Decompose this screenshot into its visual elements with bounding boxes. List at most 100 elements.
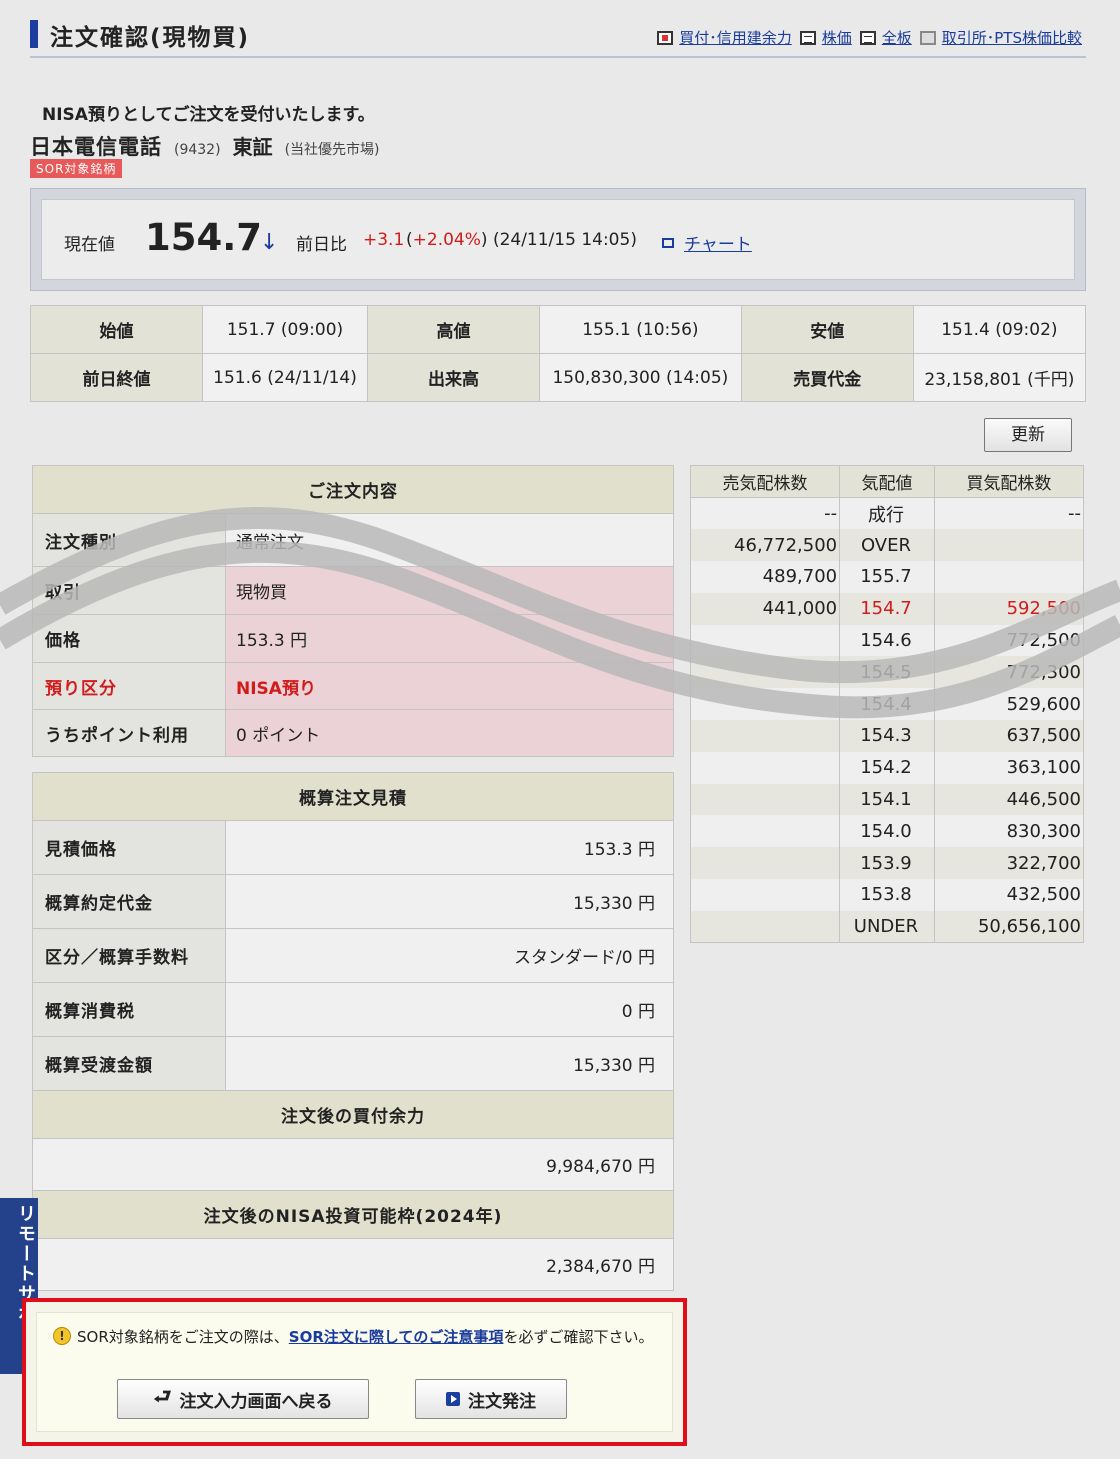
high-label: 高値 <box>367 305 541 354</box>
header-links: 買付･信用建余力 株価 全板 取引所･PTS株価比較 <box>657 27 1082 48</box>
chart-link-label[interactable]: チャート <box>684 230 752 255</box>
high-value: 155.1 (10:56) <box>539 305 742 354</box>
current-price-label: 現在値 <box>64 235 115 255</box>
points-label: うちポイント利用 <box>32 709 226 757</box>
back-to-input-button[interactable]: ⮐ 注文入力画面へ戻る <box>117 1379 369 1419</box>
book-row: 153.8 432,500 <box>689 879 1085 911</box>
book-sell-qty: 441,000 <box>689 592 841 625</box>
book-row: 154.5 772,300 <box>689 656 1085 689</box>
stock-market: 東証 <box>232 135 273 159</box>
book-row: -- 成行 -- <box>689 497 1085 530</box>
book-row: 154.4 529,600 <box>689 688 1085 721</box>
price-box: 現在値 154.7 ↓ 前日比 +3.1 (+2.04%) (24/11/15 … <box>30 188 1086 291</box>
chart-window-icon <box>662 237 674 248</box>
book-header-sell: 売気配株数 <box>689 465 841 498</box>
book-quote-price: 154.4 <box>839 688 935 721</box>
book-buy-qty: 432,500 <box>933 879 1085 911</box>
sor-badge: SOR対象銘柄 <box>30 159 123 178</box>
book-sell-qty <box>689 815 841 848</box>
link-pts-compare-label[interactable]: 取引所･PTS株価比較 <box>942 27 1082 48</box>
est-price-value: 153.3 円 <box>225 820 674 875</box>
book-sell-qty: 489,700 <box>689 561 841 593</box>
book-row: UNDER 50,656,100 <box>689 910 1085 944</box>
refresh-button[interactable]: 更新 <box>984 418 1072 452</box>
order-type-value: 通常注文 <box>225 513 674 567</box>
book-sell-qty <box>689 656 841 689</box>
link-buying-power[interactable]: 買付･信用建余力 <box>657 27 792 48</box>
link-stock-price-label[interactable]: 株価 <box>822 27 852 48</box>
book-buy-qty: 830,300 <box>933 815 1085 848</box>
back-button-label: 注文入力画面へ戻る <box>179 1391 333 1412</box>
nisa-limit-header: 注文後のNISA投資可能枠(2024年) <box>32 1190 674 1239</box>
stock-info: 日本電信電話 (9432) 東証 (当社優先市場) <box>30 131 380 161</box>
calculator-icon <box>657 30 674 45</box>
page-title: 注文確認(現物買) <box>50 25 251 51</box>
book-sell-qty <box>689 624 841 657</box>
sor-notice-after: を必ずご確認下さい。 <box>503 1328 654 1346</box>
link-full-board[interactable]: 全板 <box>859 27 912 48</box>
board-icon <box>859 30 876 45</box>
points-value: 0 ポイント <box>225 709 674 757</box>
book-buy-qty: 322,700 <box>933 847 1085 880</box>
stock-name: 日本電信電話 <box>30 135 162 159</box>
price-label: 価格 <box>32 614 226 663</box>
printer-icon <box>919 30 936 45</box>
book-buy-qty: 637,500 <box>933 720 1085 752</box>
book-quote-price: 154.0 <box>839 815 935 848</box>
market-note: (当社優先市場) <box>284 142 380 158</box>
book-row: 154.0 830,300 <box>689 815 1085 848</box>
book-sell-qty: 46,772,500 <box>689 529 841 562</box>
play-icon <box>446 1392 460 1406</box>
list-icon <box>799 30 816 45</box>
return-arrow-icon: ⮐ <box>153 1384 172 1408</box>
book-header-price: 気配値 <box>839 465 935 498</box>
sor-notice-link[interactable]: SOR注文に際してのご注意事項 <box>289 1328 504 1346</box>
link-full-board-label[interactable]: 全板 <box>882 27 912 48</box>
nisa-notice: NISA預りとしてご注文を受付いたします。 <box>42 105 375 125</box>
submit-button-label: 注文発注 <box>468 1391 536 1412</box>
diff-percent: (+2.04%) (24/11/15 14:05) <box>406 230 637 250</box>
book-quote-price: 154.7 <box>839 592 935 625</box>
fee-label: 区分／概算手数料 <box>32 928 226 983</box>
diff-value: +3.1 <box>363 230 405 250</box>
book-buy-qty: 363,100 <box>933 751 1085 784</box>
chart-link[interactable]: チャート <box>662 230 752 255</box>
trade-value: 現物買 <box>225 566 674 615</box>
stock-code: (9432) <box>174 142 221 158</box>
book-quote-price: 154.2 <box>839 751 935 784</box>
book-quote-price: 153.8 <box>839 879 935 911</box>
book-row: 154.1 446,500 <box>689 783 1085 816</box>
link-stock-price[interactable]: 株価 <box>799 27 852 48</box>
book-quote-price: UNDER <box>839 910 935 944</box>
tax-value: 0 円 <box>225 982 674 1037</box>
tax-label: 概算消費税 <box>32 982 226 1037</box>
confirm-panel: ! SOR対象銘柄をご注文の際は、SOR注文に際してのご注意事項を必ずご確認下さ… <box>22 1298 687 1446</box>
book-sell-qty <box>689 847 841 880</box>
account-type-value: NISA預り <box>225 662 674 710</box>
total-label: 概算受渡金額 <box>32 1036 226 1091</box>
turnover-value: 23,158,801 (千円) <box>912 353 1087 402</box>
prev-close-value: 151.6 (24/11/14) <box>201 353 369 402</box>
book-row: 154.3 637,500 <box>689 720 1085 752</box>
price-stats-table: 始値 151.7 (09:00) 高値 155.1 (10:56) 安値 151… <box>30 305 1087 402</box>
book-row: 154.6 772,500 <box>689 624 1085 657</box>
submit-order-button[interactable]: 注文発注 <box>415 1379 567 1419</box>
book-sell-qty: -- <box>689 497 841 530</box>
book-row: 153.9 322,700 <box>689 847 1085 880</box>
trade-label: 取引 <box>32 566 226 615</box>
book-buy-qty: 50,656,100 <box>933 910 1085 944</box>
book-buy-qty: 446,500 <box>933 783 1085 816</box>
volume-value: 150,830,300 (14:05) <box>539 353 742 402</box>
book-sell-qty <box>689 688 841 721</box>
est-price-label: 見積価格 <box>32 820 226 875</box>
link-pts-compare[interactable]: 取引所･PTS株価比較 <box>919 27 1082 48</box>
book-sell-qty <box>689 751 841 784</box>
down-arrow-icon: ↓ <box>260 230 279 255</box>
page-header: 注文確認(現物買) 買付･信用建余力 株価 全板 取引所･PTS株価比較 <box>30 14 1086 58</box>
book-buy-qty: 772,300 <box>933 656 1085 689</box>
book-quote-price: 153.9 <box>839 847 935 880</box>
book-row: 441,000 154.7 592,500 <box>689 592 1085 625</box>
prev-close-label: 前日終値 <box>30 353 203 402</box>
book-row: 154.2 363,100 <box>689 751 1085 784</box>
link-buying-power-label[interactable]: 買付･信用建余力 <box>679 27 792 48</box>
